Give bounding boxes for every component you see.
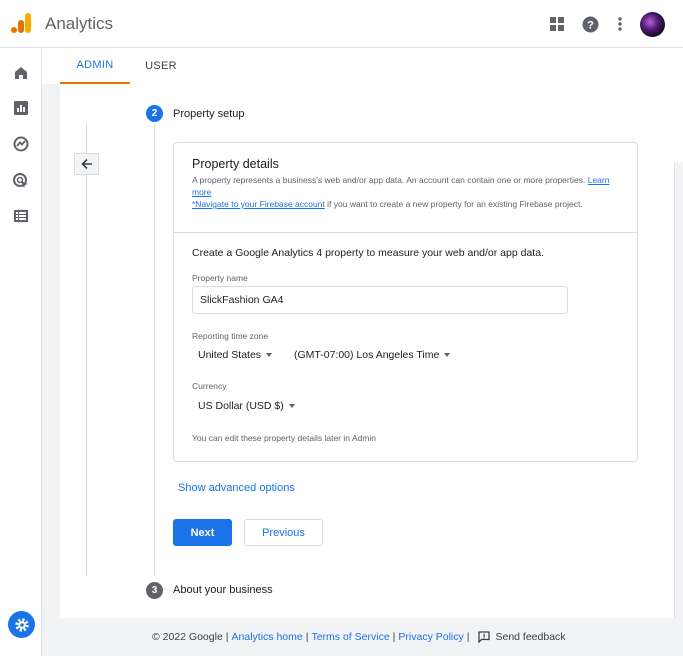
currency-label: Currency — [192, 381, 227, 391]
privacy-policy-link[interactable]: Privacy Policy — [398, 631, 463, 643]
timezone-label: Reporting time zone — [192, 331, 269, 341]
step-number-current: 2 — [146, 105, 163, 122]
edit-later-note: You can edit these property details late… — [192, 433, 376, 443]
previous-button[interactable]: Previous — [244, 519, 323, 546]
home-icon[interactable] — [11, 63, 31, 83]
tab-user[interactable]: USER — [130, 48, 192, 84]
configure-icon[interactable] — [11, 206, 31, 226]
left-nav-rail — [0, 48, 42, 656]
scrollbar[interactable] — [674, 162, 683, 618]
dropdown-caret-icon — [266, 353, 273, 357]
terms-of-service-link[interactable]: Terms of Service — [311, 631, 389, 643]
step-label-about-business: About your business — [173, 584, 273, 596]
copyright-text: © 2022 Google — [152, 631, 223, 643]
card-intro: Create a Google Analytics 4 property to … — [192, 247, 544, 259]
advertising-icon[interactable] — [11, 171, 31, 191]
firebase-link[interactable]: *Navigate to your Firebase account — [192, 199, 325, 209]
feedback-icon — [478, 631, 491, 643]
step-number-next: 3 — [146, 582, 163, 599]
dropdown-caret-icon — [444, 353, 451, 357]
tab-admin[interactable]: ADMIN — [60, 48, 130, 84]
property-details-card: Property details A property represents a… — [173, 142, 638, 462]
show-advanced-options-link[interactable]: Show advanced options — [178, 482, 295, 494]
card-divider — [174, 232, 637, 233]
reports-icon[interactable] — [11, 98, 31, 118]
timezone-select[interactable]: (GMT-07:00) Los Angeles Time — [294, 349, 451, 361]
admin-user-tabs: ADMIN USER — [42, 48, 683, 84]
card-title: Property details — [192, 157, 279, 171]
country-select[interactable]: United States — [198, 349, 273, 361]
back-button[interactable] — [74, 153, 99, 175]
analytics-logo-icon[interactable] — [11, 13, 33, 35]
app-title[interactable]: Analytics — [45, 14, 113, 34]
account-avatar[interactable] — [640, 12, 665, 37]
explore-icon[interactable] — [11, 134, 31, 154]
apps-grid-icon[interactable] — [547, 14, 567, 34]
analytics-home-link[interactable]: Analytics home — [232, 631, 303, 643]
dropdown-caret-icon — [288, 404, 295, 408]
svg-text:?: ? — [587, 19, 594, 31]
content-gutter — [42, 84, 60, 618]
next-button[interactable]: Next — [173, 519, 232, 546]
card-description: A property represents a business's web a… — [192, 175, 610, 209]
send-feedback-button[interactable]: Send feedback — [478, 631, 566, 643]
more-vert-icon[interactable] — [610, 14, 630, 34]
currency-select[interactable]: US Dollar (USD $) — [198, 400, 295, 412]
outer-connector-line — [86, 124, 87, 576]
help-icon[interactable]: ? — [580, 14, 600, 34]
top-app-bar: Analytics ? — [0, 0, 683, 48]
property-name-input[interactable] — [192, 286, 568, 314]
page-footer: © 2022 Google | Analytics home | Terms o… — [152, 631, 566, 643]
step-label-property-setup: Property setup — [173, 108, 245, 120]
arrow-back-icon — [80, 158, 92, 170]
stepper-connector-line — [154, 124, 155, 576]
property-name-label: Property name — [192, 273, 248, 283]
settings-icon[interactable] — [8, 611, 35, 638]
